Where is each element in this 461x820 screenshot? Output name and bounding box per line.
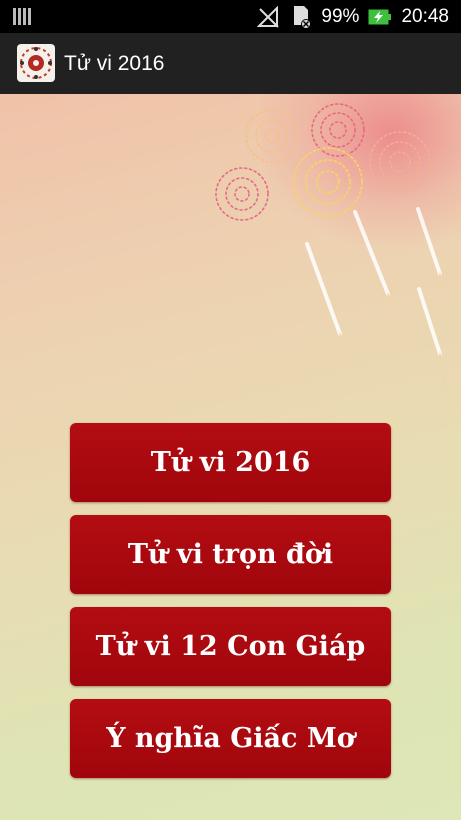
battery-percent: 99% (321, 5, 360, 27)
status-bar: 99% 20:48 (0, 0, 461, 33)
main-content: Tử vi 2016 Tử vi trọn đời Tử vi 12 Con G… (0, 94, 461, 820)
menu-button-label: Tử vi trọn đời (127, 539, 334, 570)
menu-button-y-nghia-giac-mo[interactable]: Ý nghĩa Giấc Mơ (70, 699, 391, 778)
no-signal-icon (257, 5, 281, 28)
status-icons: 99% 20:48 (257, 0, 449, 33)
clock: 20:48 (401, 5, 449, 27)
action-bar: Tử vi 2016 (0, 33, 461, 94)
menu-button-tu-vi-12-con-giap[interactable]: Tử vi 12 Con Giáp (70, 607, 391, 686)
battery-charging-icon (368, 7, 392, 27)
app-logo-icon[interactable] (17, 44, 55, 82)
menu-button-tu-vi-2016[interactable]: Tử vi 2016 (70, 423, 391, 502)
signal-bars-icon (13, 8, 31, 25)
fireworks-image (215, 103, 447, 395)
sd-card-icon (290, 5, 312, 29)
menu-button-label: Ý nghĩa Giấc Mơ (106, 723, 355, 754)
menu-button-label: Tử vi 12 Con Giáp (95, 631, 366, 662)
menu-button-tu-vi-tron-doi[interactable]: Tử vi trọn đời (70, 515, 391, 594)
menu-button-label: Tử vi 2016 (150, 447, 311, 478)
app-title: Tử vi 2016 (64, 52, 165, 75)
